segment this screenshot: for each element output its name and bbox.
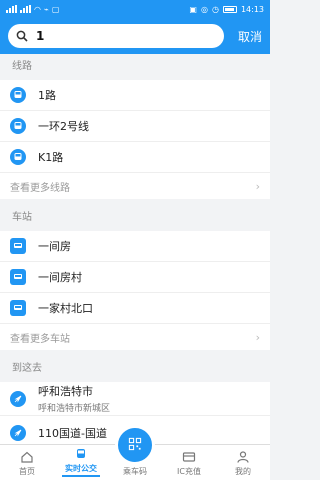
notification-icon: ▢ bbox=[51, 4, 60, 14]
station-name: 一间房村 bbox=[38, 271, 82, 284]
tab-mine[interactable]: 我的 bbox=[216, 445, 270, 480]
stations-section-title: 车站 bbox=[12, 212, 32, 223]
tab-qr-code[interactable]: 乘车码 bbox=[108, 425, 162, 480]
destination-name: 110国道-国道 bbox=[38, 426, 107, 440]
tab-qr-label: 乘车码 bbox=[123, 467, 147, 476]
station-item[interactable]: 一间房村 bbox=[0, 262, 270, 293]
cancel-button[interactable]: 取消 bbox=[238, 28, 262, 45]
search-input[interactable]: 1 bbox=[8, 24, 224, 48]
wifi-icon: ◠ bbox=[34, 4, 41, 14]
more-lines-label: 查看更多线路 bbox=[10, 182, 70, 194]
tab-realtime-bus[interactable]: 实时公交 bbox=[54, 445, 108, 480]
bus-icon bbox=[10, 118, 26, 134]
line-name: K1路 bbox=[38, 151, 64, 164]
station-name: 一间房 bbox=[38, 240, 71, 253]
bus-stop-icon bbox=[10, 238, 26, 254]
tab-realtime-label: 实时公交 bbox=[65, 464, 97, 473]
signal-2-icon bbox=[20, 5, 31, 13]
alarm-icon: ◷ bbox=[211, 4, 219, 14]
usb-icon: ⌁ bbox=[43, 4, 49, 14]
chevron-right-icon: › bbox=[255, 179, 260, 193]
search-header: 1 取消 bbox=[0, 18, 270, 54]
battery-icon bbox=[222, 5, 237, 13]
search-results: 线路 1路 一环2号线 K1路 查看更多线路 › 车站 一间房 一间房村 一家村… bbox=[0, 54, 270, 450]
line-name: 一环2号线 bbox=[38, 120, 89, 133]
signal-icon bbox=[6, 5, 17, 13]
navigation-arrow-icon bbox=[10, 390, 26, 407]
tab-home-label: 首页 bbox=[19, 467, 35, 476]
lines-section-title: 线路 bbox=[12, 61, 32, 72]
destination-name: 呼和浩特市 bbox=[38, 385, 93, 398]
home-icon bbox=[21, 451, 33, 463]
lines-list: 1路 一环2号线 K1路 查看更多线路 › bbox=[0, 80, 270, 199]
nfc-icon: ▣ bbox=[189, 4, 197, 14]
station-name: 一家村北口 bbox=[38, 302, 93, 315]
line-name: 1路 bbox=[38, 89, 56, 102]
vibrate-icon: ◎ bbox=[200, 4, 208, 14]
tab-ic-recharge[interactable]: IC充值 bbox=[162, 445, 216, 480]
qr-code-icon bbox=[115, 425, 155, 465]
more-stations-label: 查看更多车站 bbox=[10, 333, 70, 345]
navigation-arrow-icon bbox=[10, 424, 26, 441]
clock: 14:13 bbox=[240, 4, 264, 14]
bus-icon bbox=[10, 149, 26, 165]
chevron-right-icon: › bbox=[255, 330, 260, 344]
destination-section-title: 到这去 bbox=[12, 363, 42, 374]
more-lines-link[interactable]: 查看更多线路 › bbox=[0, 173, 270, 199]
destination-address: 呼和浩特市新城区 bbox=[38, 404, 111, 414]
bus-icon bbox=[10, 87, 26, 103]
more-stations-link[interactable]: 查看更多车站 › bbox=[0, 324, 270, 350]
stations-list: 一间房 一间房村 一家村北口 查看更多车站 › bbox=[0, 231, 270, 350]
bottom-tab-bar: 首页 实时公交 乘车码 IC充值 我的 bbox=[0, 425, 270, 480]
user-icon bbox=[237, 451, 249, 463]
tab-ic-label: IC充值 bbox=[177, 467, 201, 476]
bus-stop-icon bbox=[10, 300, 26, 316]
realtime-bus-icon bbox=[77, 449, 85, 458]
search-icon bbox=[16, 30, 28, 42]
station-item[interactable]: 一间房 bbox=[0, 231, 270, 262]
line-item[interactable]: 一环2号线 bbox=[0, 111, 270, 142]
tab-mine-label: 我的 bbox=[235, 467, 251, 476]
active-tab-indicator bbox=[62, 475, 100, 477]
tab-home[interactable]: 首页 bbox=[0, 445, 54, 480]
card-icon bbox=[182, 452, 196, 462]
bus-stop-icon bbox=[10, 269, 26, 285]
station-item[interactable]: 一家村北口 bbox=[0, 293, 270, 324]
line-item[interactable]: K1路 bbox=[0, 142, 270, 173]
status-bar: ◠ ⌁ ▢ ▣ ◎ ◷ 14:13 bbox=[0, 0, 270, 18]
destination-item[interactable]: 呼和浩特市 呼和浩特市新城区 bbox=[0, 382, 270, 416]
search-query: 1 bbox=[36, 29, 45, 43]
line-item[interactable]: 1路 bbox=[0, 80, 270, 111]
